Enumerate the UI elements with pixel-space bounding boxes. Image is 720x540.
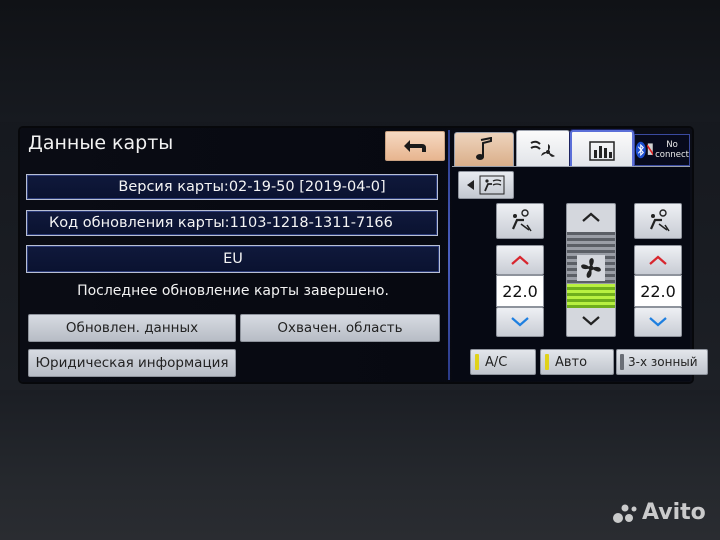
driver-seat-airflow-icon <box>511 209 532 232</box>
avito-logo-icon <box>613 504 637 523</box>
chevron-up-icon <box>511 255 529 265</box>
chevron-down-icon <box>511 317 529 327</box>
fan-speed-control <box>566 203 616 337</box>
bluetooth-status-line1: No <box>666 140 678 150</box>
passenger-temperature-control: 22.0 <box>634 245 682 337</box>
tab-audio[interactable] <box>454 132 514 167</box>
chevron-left-icon <box>467 180 474 190</box>
update-data-button[interactable]: Обновлен. данных <box>28 314 236 342</box>
tab-climate[interactable] <box>516 130 570 169</box>
map-version-field: Версия карты:02-19-50 [2019-04-0] <box>26 174 438 200</box>
chevron-up-icon <box>582 212 600 222</box>
bluetooth-icon <box>635 141 646 159</box>
ac-button[interactable]: A/C <box>470 349 536 375</box>
chevron-down-icon <box>649 317 667 327</box>
three-zone-button[interactable]: 3-х зонный <box>616 349 708 375</box>
driver-airflow-button[interactable] <box>496 203 544 239</box>
avito-watermark-text: Avito <box>642 500 706 525</box>
map-version-text: Версия карты:02-19-50 [2019-04-0] <box>118 179 386 195</box>
auto-indicator <box>545 354 549 370</box>
driver-temperature-control: 22.0 <box>496 245 544 337</box>
page-title: Данные карты <box>28 132 174 154</box>
driver-temperature-value: 22.0 <box>496 275 544 307</box>
chevron-up-icon <box>649 255 667 265</box>
fan-icon-badge <box>575 254 607 282</box>
passenger-temp-up-button[interactable] <box>634 245 682 275</box>
auto-button[interactable]: Авто <box>540 349 614 375</box>
auto-label: Авто <box>555 354 588 370</box>
driver-temp-down-button[interactable] <box>496 307 544 337</box>
driver-temp-up-button[interactable] <box>496 245 544 275</box>
passenger-seat-airflow-icon <box>649 209 670 232</box>
coverage-area-button[interactable]: Охвачен. область <box>240 314 440 342</box>
ac-indicator <box>475 354 479 370</box>
fan-speed-down-button[interactable] <box>567 308 615 334</box>
infotainment-screen: Данные карты Версия карты:02-19-50 [2019… <box>20 128 708 382</box>
dashboard-bezel-top <box>0 0 720 122</box>
climate-fan-icon <box>530 140 555 157</box>
three-zone-label: 3-х зонный <box>628 355 698 369</box>
bluetooth-status-line2: connect <box>655 150 689 160</box>
ac-label: A/C <box>485 354 508 370</box>
passenger-airflow-button[interactable] <box>634 203 682 239</box>
update-status-message: Последнее обновление карты завершено. <box>77 283 389 299</box>
three-zone-indicator <box>620 354 624 370</box>
fan-icon <box>577 255 605 281</box>
legal-info-button[interactable]: Юридическая информация <box>28 349 236 377</box>
seat-airflow-icon <box>479 175 505 195</box>
passenger-temperature-value: 22.0 <box>634 275 682 307</box>
back-button[interactable] <box>385 131 445 161</box>
fan-speed-up-button[interactable] <box>567 204 615 230</box>
passenger-temp-down-button[interactable] <box>634 307 682 337</box>
chevron-down-icon <box>582 316 600 326</box>
bluetooth-status[interactable]: No connect <box>634 134 690 166</box>
music-note-icon <box>476 137 492 160</box>
airflow-mode-button[interactable] <box>458 171 514 199</box>
map-region-field: EU <box>26 245 440 273</box>
phone-disconnected-icon <box>646 143 654 156</box>
fan-speed-active-level <box>567 284 615 308</box>
map-update-code-text: Код обновления карты:1103-1218-1311-7166 <box>49 215 393 231</box>
bar-chart-icon <box>589 141 615 161</box>
climate-control-panel: 22.0 22.0 A/C Авто 3-х зонный <box>452 166 708 381</box>
return-arrow-icon <box>404 140 426 152</box>
avito-watermark: Avito <box>612 500 706 525</box>
map-update-code-field: Код обновления карты:1103-1218-1311-7166 <box>26 210 438 236</box>
panel-divider <box>448 130 450 380</box>
map-region-text: EU <box>223 251 243 267</box>
